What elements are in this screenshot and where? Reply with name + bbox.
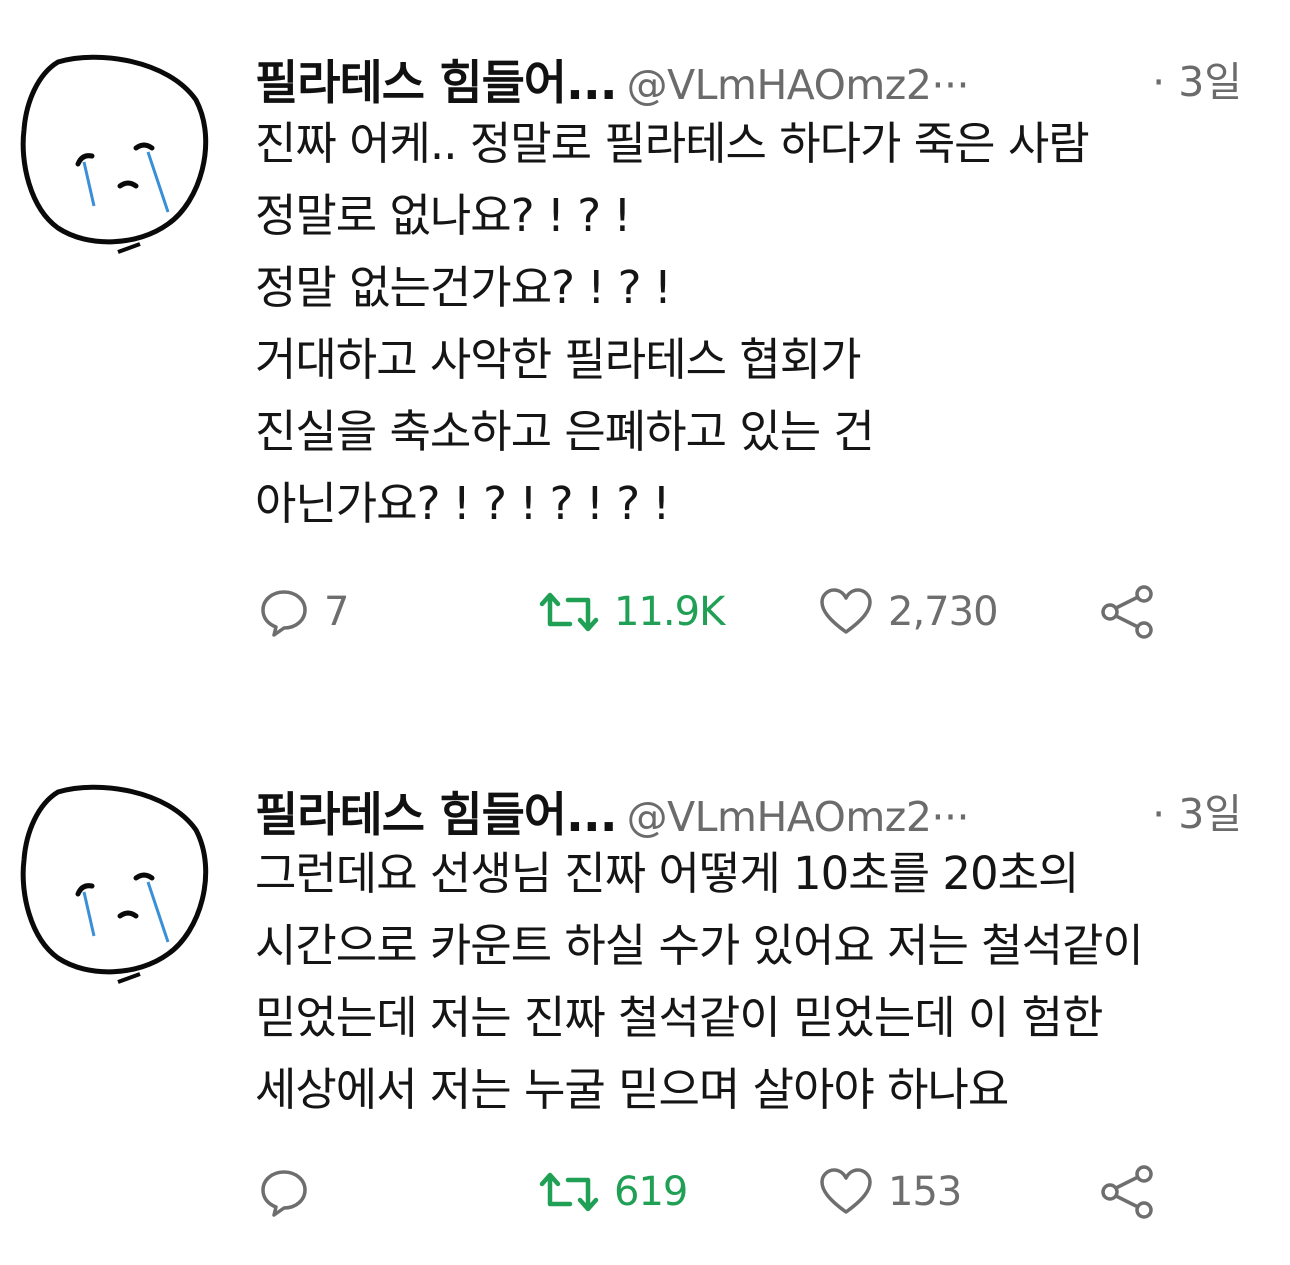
tweet-text-line: 그런데요 선생님 진짜 어떻게 10초를 20초의 [255,847,1079,900]
like-button[interactable]: 153 [818,1160,962,1224]
tweet-card[interactable]: 필라테스 힘들어... @VLmHAOmz2··· · 3일 그런데요 선생님 진… [0,640,1290,1265]
like-button[interactable]: 2,730 [818,580,999,644]
tweet-text-line: 정말 없는건가요? ! ? ! [255,261,672,314]
tweet-actions: 619 153 [258,1160,1258,1224]
reply-button[interactable] [258,1160,324,1224]
tweet-text-line: 거대하고 사악한 필라테스 협회가 [255,333,862,386]
share-icon [1101,1165,1153,1219]
tweet-time[interactable]: · 3일 [1152,780,1242,840]
tweet-text-line: 시간으로 카운트 하실 수가 있어요 저는 철석같이 [255,919,1144,972]
author-handle[interactable]: @VLmHAOmz2··· [627,61,970,109]
tweet-text-line: 세상에서 저는 누굴 믿으며 살아야 하나요 [255,1063,1009,1116]
tweet-text-line: 아닌가요? ! ? ! ? ! ? ! [255,477,670,530]
reply-icon [261,590,307,637]
retweet-count: 11.9K [614,589,725,635]
like-count: 153 [888,1169,962,1215]
tweet-text-line: 진짜 어케.. 정말로 필라테스 하다가 죽은 사람 [255,117,1090,170]
author-name[interactable]: 필라테스 힘들어... [255,788,618,843]
retweet-button[interactable]: 619 [538,1160,688,1224]
retweet-count: 619 [614,1169,688,1215]
like-count: 2,730 [888,589,999,635]
tweet-text-line: 진실을 축소하고 은폐하고 있는 건 [255,405,875,458]
crying-face-avatar[interactable] [18,782,218,992]
tweet-text-line: 정말로 없나요? ! ? ! [255,189,631,242]
tweet-header: 필라테스 힘들어... @VLmHAOmz2··· · 3일 [255,44,1260,111]
retweet-icon [539,1172,599,1212]
retweet-icon [539,592,599,632]
tweet-header: 필라테스 힘들어... @VLmHAOmz2··· · 3일 [255,776,1260,843]
crying-face-avatar[interactable] [18,52,218,262]
reply-icon [261,1170,307,1217]
retweet-button[interactable]: 11.9K [538,580,725,644]
tweet-text: 진짜 어케.. 정말로 필라테스 하다가 죽은 사람 정말로 없나요? ! ? … [255,108,1285,540]
share-icon [1101,585,1153,639]
reply-button[interactable]: 7 [258,580,349,644]
author-name[interactable]: 필라테스 힘들어... [255,56,618,111]
share-button[interactable] [1098,580,1160,644]
author-handle[interactable]: @VLmHAOmz2··· [627,793,970,841]
share-button[interactable] [1098,1160,1160,1224]
heart-icon [820,1168,872,1214]
tweet-text: 그런데요 선생님 진짜 어떻게 10초를 20초의 시간으로 카운트 하실 수가… [255,838,1285,1126]
tweet-actions: 7 11.9K 2,730 [258,580,1258,644]
tweet-text-line: 믿었는데 저는 진짜 철석같이 믿었는데 이 험한 [255,991,1103,1044]
tweet-time[interactable]: · 3일 [1152,48,1242,108]
tweet-card[interactable]: 필라테스 힘들어... @VLmHAOmz2··· · 3일 진짜 어케.. 정말… [0,0,1290,640]
reply-count: 7 [324,589,349,635]
heart-icon [820,588,872,634]
